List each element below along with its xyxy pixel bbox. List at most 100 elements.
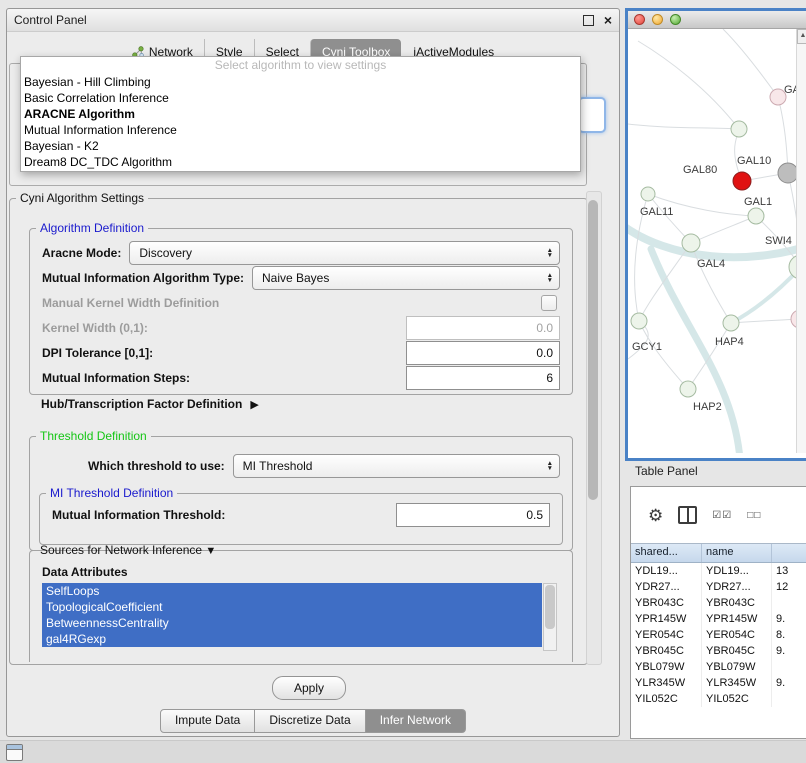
network-node[interactable]	[680, 381, 696, 397]
footer-strip	[0, 740, 806, 763]
algorithm-option-mutual-information-inference[interactable]: Mutual Information Inference	[21, 122, 580, 138]
network-node[interactable]	[778, 163, 798, 183]
network-edge	[651, 249, 740, 453]
which-threshold-label: Which threshold to use:	[88, 459, 225, 473]
data-attribute-item[interactable]: SelfLoops	[42, 583, 542, 599]
network-edge	[731, 319, 800, 323]
scroll-up-button[interactable]: ▲	[797, 29, 806, 44]
table-row[interactable]: YLR345WYLR345W9.	[631, 675, 806, 691]
combo-arrows-icon: ▲▼	[547, 273, 553, 283]
scrollbar-thumb[interactable]	[545, 585, 555, 629]
algorithm-option-bayesian-hill-climbing[interactable]: Bayesian - Hill Climbing	[21, 74, 580, 90]
aracne-mode-row: Aracne Mode: Discovery ▲▼	[30, 240, 572, 265]
algorithm-option-dream8-dc-tdc-algorithm[interactable]: Dream8 DC_TDC Algorithm	[21, 154, 580, 170]
dpi-tolerance-label: DPI Tolerance [0,1]:	[42, 346, 153, 360]
table-cell: 9.	[772, 611, 806, 627]
which-threshold-value: MI Threshold	[243, 459, 313, 473]
dpi-tolerance-field[interactable]: 0.0	[406, 341, 560, 365]
settings-vertical-scrollbar[interactable]	[586, 191, 602, 665]
mi-steps-field[interactable]: 6	[406, 366, 560, 390]
mi-threshold-field[interactable]: 0.5	[396, 503, 550, 527]
bottom-tab-infer-network[interactable]: Infer Network	[366, 709, 466, 733]
table-row[interactable]: YBR043CYBR043C	[631, 595, 806, 611]
algorithm-option-bayesian-k2[interactable]: Bayesian - K2	[21, 138, 580, 154]
zoom-traffic-light-icon[interactable]	[670, 14, 681, 25]
network-canvas[interactable]: GAL80GAL10GAL11GAL1SWI4GAL4GCY1HAP4HAP2G…	[628, 29, 806, 453]
table-cell: YLR345W	[631, 675, 702, 691]
network-view-window: GAL80GAL10GAL11GAL1SWI4GAL4GCY1HAP4HAP2G…	[625, 8, 806, 461]
table-cell: YIL052C	[631, 691, 702, 707]
bottom-tab-impute-data[interactable]: Impute Data	[160, 709, 255, 733]
unchecked-boxes-icon: □□	[747, 510, 761, 521]
table-settings-button[interactable]: ⚙	[648, 507, 663, 524]
table-cell: YBR045C	[702, 643, 772, 659]
network-node[interactable]	[731, 121, 747, 137]
algorithm-option-aracne-algorithm[interactable]: ARACNE Algorithm	[21, 106, 580, 122]
column-header-name[interactable]: name	[702, 544, 772, 562]
data-attributes-list-wrap: SelfLoopsTopologicalCoefficientBetweenne…	[42, 583, 572, 651]
table-row[interactable]: YDL19...YDL19...13	[631, 563, 806, 579]
aracne-mode-select[interactable]: Discovery ▲▼	[129, 241, 560, 265]
column-header-extra[interactable]	[772, 544, 806, 562]
data-attributes-list[interactable]: SelfLoopsTopologicalCoefficientBetweenne…	[42, 583, 542, 649]
algorithm-definition-group: Algorithm Definition Aracne Mode: Discov…	[29, 221, 573, 395]
sources-legend[interactable]: Sources for Network Inference ▼	[36, 543, 220, 557]
table-row[interactable]: YBL079WYBL079W	[631, 659, 806, 675]
attributes-list-scrollbar[interactable]	[543, 583, 557, 651]
table-cell	[772, 691, 806, 707]
table-row[interactable]: YDR27...YDR27...12	[631, 579, 806, 595]
float-window-icon[interactable]	[583, 15, 594, 26]
which-threshold-select[interactable]: MI Threshold ▲▼	[233, 454, 560, 478]
bottom-tab-discretize-data[interactable]: Discretize Data	[255, 709, 365, 733]
mi-type-select[interactable]: Naive Bayes ▲▼	[252, 266, 560, 290]
network-edge	[691, 216, 756, 243]
column-header-shared[interactable]: shared...	[631, 544, 702, 562]
table-cell: YPR145W	[631, 611, 702, 627]
network-edge	[723, 29, 778, 97]
hide-selected-button[interactable]: □□	[747, 510, 761, 521]
data-attributes-label: Data Attributes	[42, 565, 572, 579]
network-node[interactable]	[631, 313, 647, 329]
data-attribute-item[interactable]: gal4RGexp	[42, 631, 542, 647]
table-body: YDL19...YDL19...13YDR27...YDR27...12YBR0…	[631, 563, 806, 707]
network-edge	[778, 97, 788, 173]
column-visibility-button[interactable]	[678, 506, 697, 524]
aracne-mode-label: Aracne Mode:	[42, 246, 121, 260]
network-node[interactable]	[682, 234, 700, 252]
combo-arrows-icon: ▲▼	[547, 461, 553, 471]
which-threshold-row: Which threshold to use: MI Threshold ▲▼	[30, 453, 572, 478]
algorithm-option-basic-correlation-inference[interactable]: Basic Correlation Inference	[21, 90, 580, 106]
close-traffic-light-icon[interactable]	[634, 14, 645, 25]
table-cell: YBL079W	[702, 659, 772, 675]
algorithm-definition-legend: Algorithm Definition	[36, 221, 148, 235]
network-node-label: GCY1	[632, 341, 662, 353]
data-attribute-item[interactable]: BetweennessCentrality	[42, 615, 542, 631]
table-cell: YER054C	[702, 627, 772, 643]
network-node[interactable]	[723, 315, 739, 331]
network-node[interactable]	[733, 172, 751, 190]
table-row[interactable]: YBR045CYBR045C9.	[631, 643, 806, 659]
control-panel-window: Control Panel × NetworkStyleSelectCyni T…	[6, 8, 620, 737]
kernel-width-field[interactable]: 0.0	[406, 316, 560, 340]
table-row[interactable]: YPR145WYPR145W9.	[631, 611, 806, 627]
data-attribute-item[interactable]: TopologicalCoefficient	[42, 599, 542, 615]
table-row[interactable]: YER054CYER054C8.	[631, 627, 806, 643]
network-node[interactable]	[641, 187, 655, 201]
manual-kernel-checkbox[interactable]	[541, 295, 557, 311]
dock-panel-icon[interactable]	[6, 744, 23, 761]
network-canvas-svg[interactable]: GAL80GAL10GAL11GAL1SWI4GAL4GCY1HAP4HAP2G…	[628, 29, 806, 453]
close-icon[interactable]: ×	[604, 13, 612, 27]
minimize-traffic-light-icon[interactable]	[652, 14, 663, 25]
combo-arrows-icon: ▲▼	[547, 248, 553, 258]
apply-button[interactable]: Apply	[272, 676, 346, 700]
table-row[interactable]: YIL052CYIL052C	[631, 691, 806, 707]
algorithm-dropdown-popup: Select algorithm to view settingsBayesia…	[20, 56, 581, 172]
network-window-titlebar[interactable]	[628, 11, 806, 29]
mi-type-value: Naive Bayes	[262, 271, 329, 285]
scrollbar-thumb[interactable]	[588, 200, 598, 500]
hub-definition-toggle[interactable]: Hub/Transcription Factor Definition ▶	[41, 397, 259, 411]
show-selected-button[interactable]: ☑☑	[712, 510, 732, 521]
algorithm-dropdown-placeholder: Select algorithm to view settings	[21, 57, 580, 74]
network-vertical-scrollbar[interactable]: ▲	[796, 29, 806, 453]
network-node[interactable]	[748, 208, 764, 224]
